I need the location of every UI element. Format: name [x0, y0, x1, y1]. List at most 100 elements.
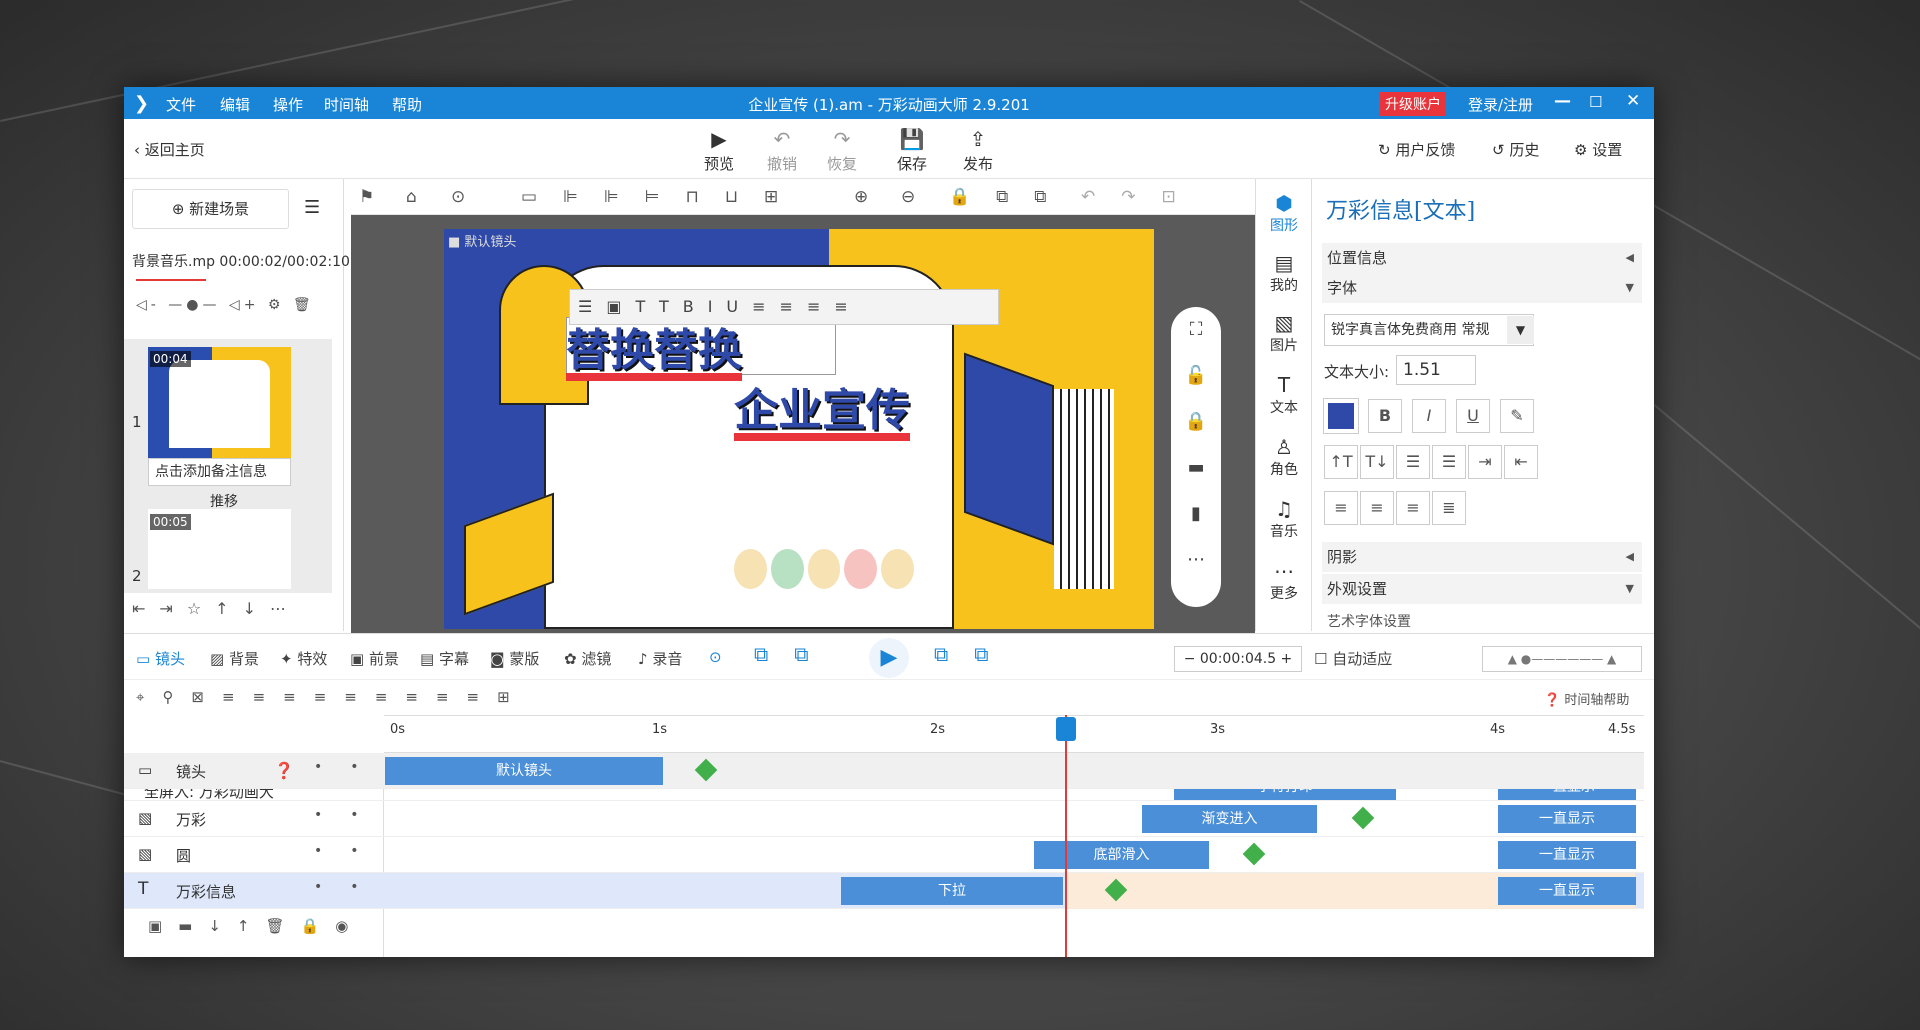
tab-subtitle[interactable]: ▤ 字幕: [420, 648, 469, 669]
scene-actions[interactable]: ⇤⇥☆↑↓⋯: [132, 599, 300, 618]
timeline-bar[interactable]: 一直显示: [1498, 789, 1636, 800]
playback-controls[interactable]: ⧉⧉: [754, 642, 835, 666]
publish-button[interactable]: ⇪ 发布: [953, 127, 1003, 174]
stage-text-2[interactable]: 企业宣传: [734, 389, 910, 441]
underline-button[interactable]: U: [1456, 399, 1490, 433]
numbered-list-button[interactable]: ☰: [1432, 445, 1466, 479]
tab-effects[interactable]: ✦ 特效: [280, 648, 327, 669]
tab-camera[interactable]: ▭ 镜头: [136, 648, 185, 669]
justify-button[interactable]: ≣: [1432, 491, 1466, 525]
text-size-input[interactable]: 1.51: [1396, 355, 1476, 385]
playhead-handle[interactable]: [1056, 717, 1076, 741]
upgrade-button[interactable]: 升级账户: [1380, 92, 1446, 116]
section-appearance[interactable]: 外观设置 ▼: [1322, 574, 1642, 604]
align-right-button[interactable]: ≡: [1396, 491, 1430, 525]
indent-button[interactable]: ⇥: [1468, 445, 1502, 479]
time-input[interactable]: − 00:00:04.5 +: [1174, 646, 1302, 672]
minimize-button[interactable]: —: [1554, 91, 1571, 111]
brush-icon[interactable]: ✎: [1500, 399, 1534, 433]
login-button[interactable]: 登录/注册: [1468, 94, 1533, 115]
undo-button[interactable]: ↶ 撤销: [757, 127, 807, 174]
timeline-bar[interactable]: 一直显示: [1498, 877, 1636, 905]
lock-copy-paste-icons[interactable]: 🔒⧉⧉: [949, 187, 1072, 207]
maximize-button[interactable]: ☐: [1589, 93, 1602, 111]
track-wancai-info[interactable]: T 万彩信息 •• 下拉 一直显示: [124, 873, 1644, 909]
align-center-button[interactable]: ≡: [1360, 491, 1394, 525]
align-left-button[interactable]: ≡: [1324, 491, 1358, 525]
track-wancai[interactable]: ▧ 万彩 •• 渐变进入 一直显示: [124, 801, 1644, 837]
timeline-bar[interactable]: 下拉: [841, 877, 1063, 905]
keyframe-diamond[interactable]: [694, 758, 718, 782]
bullet-list-button[interactable]: ☰: [1396, 445, 1430, 479]
timeline-tool-icons[interactable]: ⌖⚲⊠≡≡≡≡≡≡≡≡≡⊞: [136, 688, 528, 706]
redo-button[interactable]: ↷ 恢复: [817, 127, 867, 174]
track-toggles[interactable]: ••: [314, 759, 387, 775]
help-icon[interactable]: ❓: [274, 761, 294, 780]
stage-side-tools[interactable]: ⛶ 🔓 🔒 ▬ ▮ ⋯: [1171, 307, 1221, 607]
zoom-slider[interactable]: ▲ ●—————— ▲: [1482, 646, 1642, 672]
font-select[interactable]: 锐字真言体免费商用 常规: [1324, 314, 1534, 346]
track-partial[interactable]: 全屏入: 万彩动画大 字符打印 一直显示: [124, 789, 1644, 801]
scene-note-input[interactable]: 点击添加备注信息: [148, 458, 291, 486]
more-icon[interactable]: ⊙: [709, 648, 722, 666]
keyframe-diamond[interactable]: [1242, 842, 1266, 866]
text-color-button[interactable]: [1323, 398, 1359, 434]
timeline-bar[interactable]: 一直显示: [1498, 805, 1636, 833]
bold-button[interactable]: B: [1368, 399, 1402, 433]
zoom-out-icon[interactable]: ⊖: [901, 187, 915, 207]
music-controls[interactable]: ◁- —●— ◁+ ⚙ 🗑: [136, 297, 315, 313]
align-icons[interactable]: ▭⊫⊫⊨⊓⊔⊞: [521, 187, 804, 207]
track-camera[interactable]: ▭ 镜头 ❓ •• 默认镜头: [124, 753, 1644, 789]
track-toggles[interactable]: ••: [314, 879, 387, 895]
close-button[interactable]: ✕: [1626, 91, 1640, 111]
category-music[interactable]: ♫ 音乐: [1256, 497, 1312, 541]
settings-button[interactable]: ⚙ 设置: [1574, 139, 1622, 160]
category-more[interactable]: ⋯ 更多: [1256, 559, 1312, 603]
auto-fit-checkbox[interactable]: ☐ 自动适应: [1314, 648, 1392, 669]
track-toggles[interactable]: ••: [314, 807, 387, 823]
section-shadow[interactable]: 阴影 ◀: [1322, 542, 1642, 572]
timeline-bar[interactable]: 字符打印: [1174, 789, 1396, 800]
italic-button[interactable]: I: [1412, 399, 1446, 433]
more-icon[interactable]: ⊙: [451, 187, 465, 207]
keyframe-diamond[interactable]: [1351, 806, 1375, 830]
tab-filter[interactable]: ✿ 滤镜: [564, 648, 611, 669]
track-toggles[interactable]: ••: [314, 843, 387, 859]
track-circle[interactable]: ▧ 圆 •• 底部滑入 一直显示: [124, 837, 1644, 873]
tab-foreground[interactable]: ▣ 前景: [350, 648, 399, 669]
category-image[interactable]: ▧ 图片: [1256, 311, 1312, 355]
format-painter-icon[interactable]: ⚑: [359, 187, 374, 207]
font-decrease-button[interactable]: T↓: [1360, 445, 1394, 479]
zoom-in-icon[interactable]: ⊕: [854, 187, 868, 207]
timeline-help[interactable]: ❓ 时间轴帮助: [1544, 689, 1629, 708]
category-shape[interactable]: ⬢ 图形: [1256, 191, 1312, 235]
text-format-toolbar[interactable]: ☰▣TTBIU≡≡≡≡: [569, 289, 999, 325]
timeline-bar[interactable]: 默认镜头: [385, 757, 663, 785]
tab-record[interactable]: ♪ 录音: [638, 648, 682, 669]
transition-label[interactable]: 推移: [210, 491, 238, 511]
timeline-bar[interactable]: 一直显示: [1498, 841, 1636, 869]
play-button[interactable]: ▶: [869, 638, 909, 678]
category-role[interactable]: ♙ 角色: [1256, 435, 1312, 479]
preview-button[interactable]: ▶ 预览: [694, 127, 744, 174]
timeline-bar[interactable]: 底部滑入: [1034, 841, 1209, 869]
section-font[interactable]: 字体 ▼: [1322, 273, 1642, 303]
track-action-icons[interactable]: ▣▬↓↑🗑🔒◉: [148, 917, 364, 935]
home-icon[interactable]: ⌂: [406, 187, 417, 207]
new-scene-button[interactable]: ⊕ 新建场景: [132, 189, 289, 229]
timeline-bar[interactable]: 渐变进入: [1142, 805, 1317, 833]
category-text[interactable]: T 文本: [1256, 373, 1312, 417]
section-art-font[interactable]: 艺术字体设置: [1327, 611, 1411, 629]
history-button[interactable]: ↺ 历史: [1492, 139, 1539, 160]
feedback-button[interactable]: ↻ 用户反馈: [1378, 139, 1455, 160]
tab-background[interactable]: ▨ 背景: [210, 648, 259, 669]
section-position[interactable]: 位置信息 ◀: [1322, 243, 1642, 273]
font-increase-button[interactable]: ↑T: [1324, 445, 1358, 479]
category-mine[interactable]: ▤ 我的: [1256, 251, 1312, 295]
stage-canvas[interactable]: ■ 默认镜头 替换替换 企业宣传 ☰▣TTBIU≡≡≡≡: [444, 229, 1154, 629]
back-home-button[interactable]: ‹ 返回主页: [134, 139, 205, 160]
stage-text-1[interactable]: 替换替换: [566, 329, 742, 381]
undo-redo-icons[interactable]: ↶↷⊡: [1081, 187, 1202, 207]
frame-controls[interactable]: ⧉⧉: [934, 642, 1015, 666]
chevron-down-icon[interactable]: ▼: [1507, 316, 1534, 344]
